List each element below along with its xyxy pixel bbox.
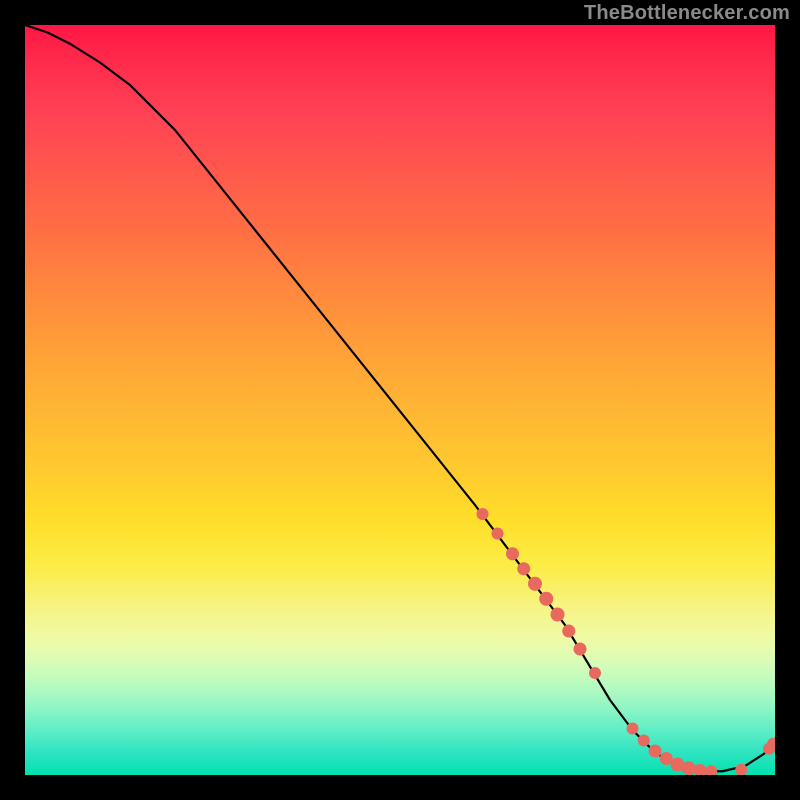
data-point xyxy=(589,667,601,679)
data-point xyxy=(506,547,519,560)
data-point xyxy=(477,508,489,520)
watermark-label: TheBottlenecker.com xyxy=(584,2,790,25)
bottleneck-curve xyxy=(25,25,775,771)
data-point xyxy=(638,735,650,747)
data-point xyxy=(705,765,717,775)
data-point xyxy=(528,577,542,591)
data-point xyxy=(492,528,504,540)
data-point xyxy=(649,745,662,758)
data-point xyxy=(539,592,553,606)
data-point xyxy=(627,723,639,735)
data-point xyxy=(682,761,696,775)
marker-group xyxy=(477,508,776,775)
chart-svg xyxy=(25,25,775,775)
data-point xyxy=(517,562,530,575)
data-point xyxy=(551,608,565,622)
data-point xyxy=(694,764,707,775)
data-point xyxy=(574,643,587,656)
data-point xyxy=(562,625,575,638)
plot-area xyxy=(25,25,775,775)
